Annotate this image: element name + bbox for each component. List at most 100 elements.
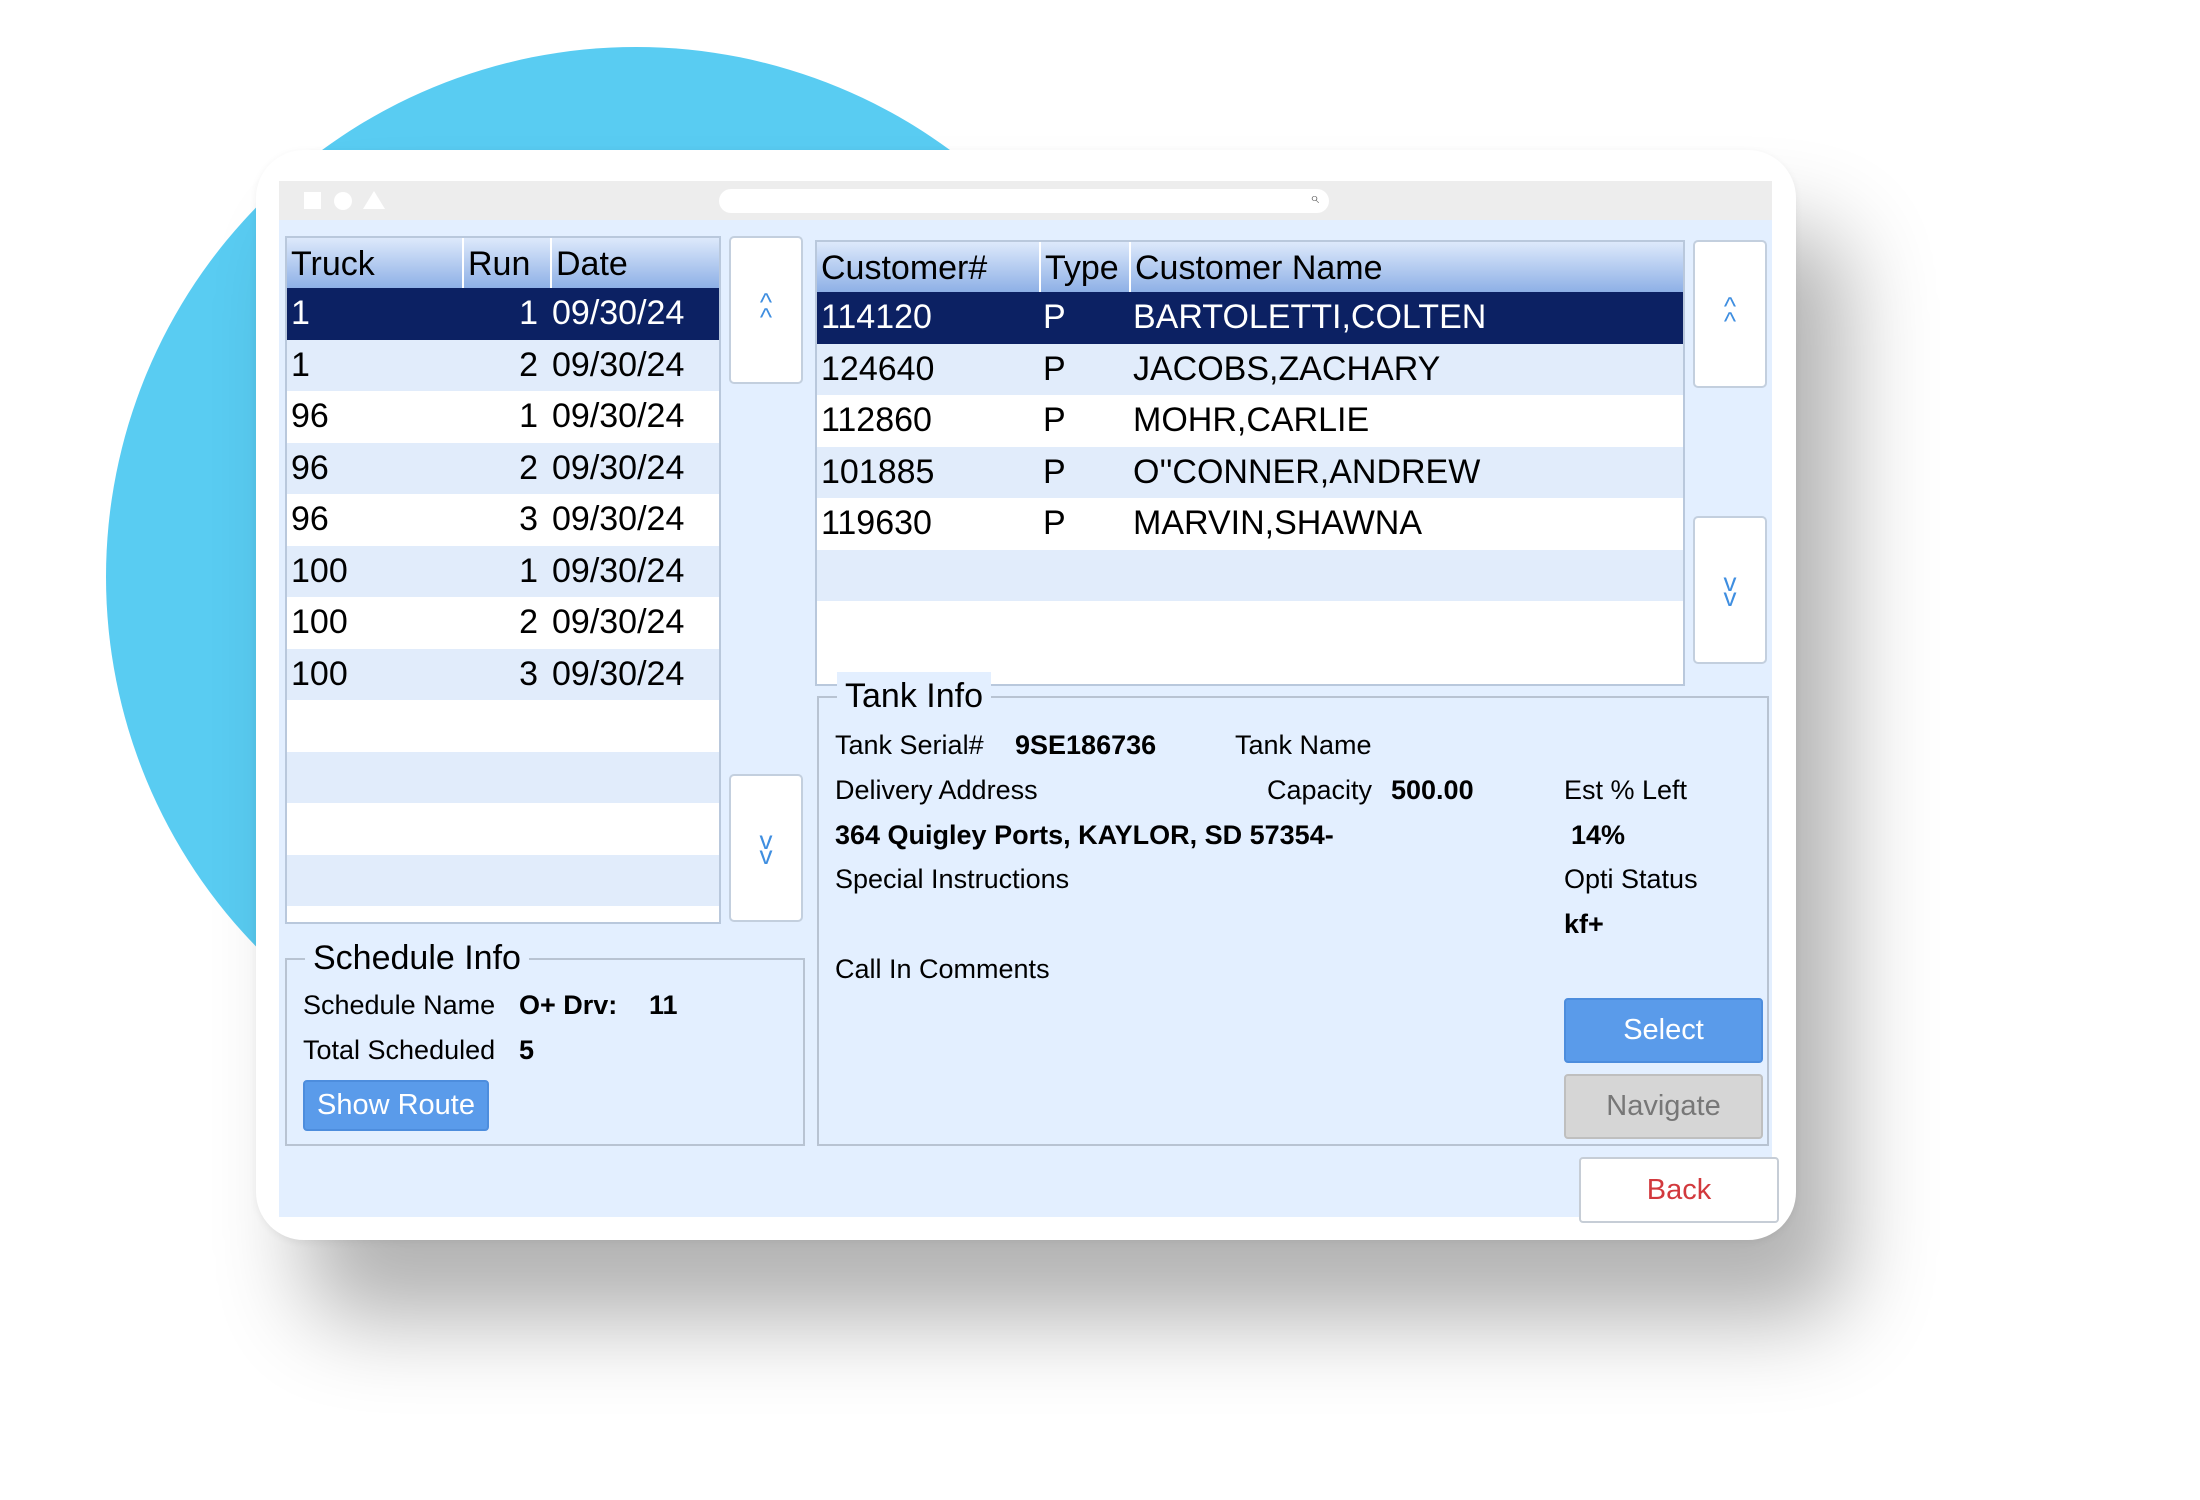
customers-table-row[interactable]: 124640 P JACOBS,ZACHARY xyxy=(817,343,1683,395)
column-header-date[interactable]: Date xyxy=(552,238,719,288)
runs-table-cell-truck: 100 xyxy=(291,603,348,641)
runs-table-cell-truck: 100 xyxy=(291,551,348,590)
customers-table-cell-type: P xyxy=(1043,401,1066,439)
address-bar[interactable]: ⌕ xyxy=(719,189,1329,213)
tank-serial-value: 9SE186736 xyxy=(1015,730,1157,760)
schedule-name-value: O+ Drv: xyxy=(519,990,618,1020)
customers-table-row[interactable]: 114120 P BARTOLETTI,COLTEN xyxy=(817,292,1683,344)
runs-table-row[interactable]: 100 1 09/30/24 xyxy=(287,545,719,597)
back-button[interactable]: Back xyxy=(1579,1157,1779,1223)
tank-serial-label: Tank Serial# xyxy=(835,730,984,760)
customers-table-row[interactable]: 101885 P O''CONNER,ANDREW xyxy=(817,446,1683,498)
browser-titlebar: ⌕ xyxy=(279,181,1772,220)
runs-table-cell-date: 09/30/24 xyxy=(552,500,685,538)
search-icon: ⌕ xyxy=(1310,190,1319,207)
double-chevron-up-icon: ^ ^ xyxy=(1723,291,1737,336)
runs-table-empty-row[interactable] xyxy=(287,803,719,855)
runs-table-empty-row[interactable] xyxy=(287,751,719,803)
runs-scroll-down-button[interactable]: vv xyxy=(729,774,803,922)
customers-scroll-down-button[interactable]: vv xyxy=(1693,516,1767,664)
customers-table-cell-number: 112860 xyxy=(821,401,932,439)
customers-scroll-up-button[interactable]: ^ ^ xyxy=(1693,240,1767,388)
runs-table-cell-truck: 96 xyxy=(291,500,329,538)
runs-table-row[interactable]: 96 3 09/30/24 xyxy=(287,494,719,546)
double-chevron-up-icon: ^ ^ xyxy=(759,287,773,332)
runs-table-cell-date: 09/30/24 xyxy=(552,551,685,590)
customers-table-cell-number: 124640 xyxy=(821,349,935,388)
opti-status-value: kf+ xyxy=(1564,909,1604,939)
runs-table-row[interactable]: 96 2 09/30/24 xyxy=(287,442,719,494)
schedule-info-group: Schedule Info Schedule Name O+ Drv: 11 T… xyxy=(285,934,805,1146)
double-chevron-down-icon: vv xyxy=(1723,567,1737,612)
call-in-comments-label: Call In Comments xyxy=(835,954,1050,984)
customers-table-header: Customer# Type Customer Name xyxy=(817,242,1683,292)
select-button[interactable]: Select xyxy=(1564,998,1763,1063)
customers-table-cell-type: P xyxy=(1043,452,1066,491)
runs-table: Truck Run Date 1 1 09/30/24 1 2 09/30/24 96 1 09… xyxy=(285,236,721,924)
column-header-run[interactable]: Run xyxy=(464,238,552,288)
customers-table-cell-name: BARTOLETTI,COLTEN xyxy=(1133,298,1487,336)
runs-table-cell-run: 1 xyxy=(519,397,538,435)
runs-table-header: Truck Run Date xyxy=(287,238,719,288)
opti-status-label: Opti Status xyxy=(1564,864,1698,894)
runs-table-cell-run: 3 xyxy=(519,500,538,538)
customers-table-cell-number: 119630 xyxy=(821,504,932,542)
runs-table-cell-run: 1 xyxy=(519,294,538,332)
schedule-info-title: Schedule Info xyxy=(305,934,529,982)
customers-table-row[interactable]: 112860 P MOHR,CARLIE xyxy=(817,395,1683,447)
customers-table-cell-name: MARVIN,SHAWNA xyxy=(1133,504,1423,542)
runs-table-cell-truck: 1 xyxy=(291,294,310,332)
runs-table-empty-row[interactable] xyxy=(287,854,719,906)
runs-table-cell-truck: 96 xyxy=(291,397,329,435)
runs-table-cell-date: 09/30/24 xyxy=(552,294,685,332)
runs-table-row[interactable]: 100 3 09/30/24 xyxy=(287,648,719,700)
runs-table-cell-date: 09/30/24 xyxy=(552,345,685,384)
customers-table-cell-name: O''CONNER,ANDREW xyxy=(1133,452,1481,491)
customers-table-cell-number: 114120 xyxy=(821,298,932,336)
window-circle-icon xyxy=(334,192,352,210)
customers-table-cell-number: 101885 xyxy=(821,452,935,491)
customers-table-cell-name: JACOBS,ZACHARY xyxy=(1133,349,1441,388)
app-window: Truck Run Date 1 1 09/30/24 1 2 09/30/24 96 1 09… xyxy=(279,220,1779,1223)
device-frame: ⌕ Truck Run Date 1 1 09/30/24 1 2 09/30/24 96 1… xyxy=(256,150,1796,1240)
runs-table-cell-run: 2 xyxy=(519,345,538,384)
runs-table-cell-run: 3 xyxy=(519,654,538,693)
runs-table-row[interactable]: 96 1 09/30/24 xyxy=(287,391,719,443)
delivery-address-value: 364 Quigley Ports, KAYLOR, SD 57354- xyxy=(835,820,1334,850)
runs-table-row[interactable]: 1 1 09/30/24 xyxy=(287,288,719,340)
special-instructions-label: Special Instructions xyxy=(835,864,1070,894)
runs-table-cell-truck: 1 xyxy=(291,345,310,384)
tank-info-group: Tank Info Tank Serial# 9SE186736 Tank Na… xyxy=(817,672,1769,1146)
runs-table-empty-row[interactable] xyxy=(287,700,719,752)
show-route-button[interactable]: Show Route xyxy=(303,1080,489,1131)
window-triangle-icon xyxy=(363,191,385,209)
schedule-name-label: Schedule Name xyxy=(303,990,496,1020)
customers-table-empty-row[interactable] xyxy=(817,549,1683,601)
runs-table-cell-truck: 100 xyxy=(291,654,348,693)
customers-table-cell-name: MOHR,CARLIE xyxy=(1133,401,1370,439)
runs-table-cell-run: 1 xyxy=(519,551,538,590)
window-square-icon xyxy=(304,192,321,209)
est-percent-left-value: 14% xyxy=(1571,820,1626,850)
column-header-customer-number[interactable]: Customer# xyxy=(817,242,1041,292)
column-header-type[interactable]: Type xyxy=(1041,242,1131,292)
schedule-name-number: 11 xyxy=(649,990,678,1020)
customers-table-cell-type: P xyxy=(1043,349,1066,388)
runs-table-row[interactable]: 100 2 09/30/24 xyxy=(287,597,719,649)
est-percent-left-label: Est % Left xyxy=(1564,775,1688,805)
runs-table-cell-run: 2 xyxy=(519,603,538,641)
capacity-value: 500.00 xyxy=(1391,775,1474,805)
total-scheduled-value: 5 xyxy=(519,1035,535,1065)
navigate-button[interactable]: Navigate xyxy=(1564,1074,1763,1139)
total-scheduled-label: Total Scheduled xyxy=(303,1035,496,1065)
runs-table-row[interactable]: 1 2 09/30/24 xyxy=(287,339,719,391)
column-header-customer-name[interactable]: Customer Name xyxy=(1131,242,1683,292)
tank-name-label: Tank Name xyxy=(1235,730,1372,760)
runs-scroll-up-button[interactable]: ^ ^ xyxy=(729,236,803,384)
customers-table-empty-row[interactable] xyxy=(817,601,1683,653)
runs-table-cell-date: 09/30/24 xyxy=(552,448,685,487)
customers-table-row[interactable]: 119630 P MARVIN,SHAWNA xyxy=(817,498,1683,550)
runs-table-cell-truck: 96 xyxy=(291,448,329,487)
runs-table-cell-date: 09/30/24 xyxy=(552,603,685,641)
column-header-truck[interactable]: Truck xyxy=(287,238,464,288)
